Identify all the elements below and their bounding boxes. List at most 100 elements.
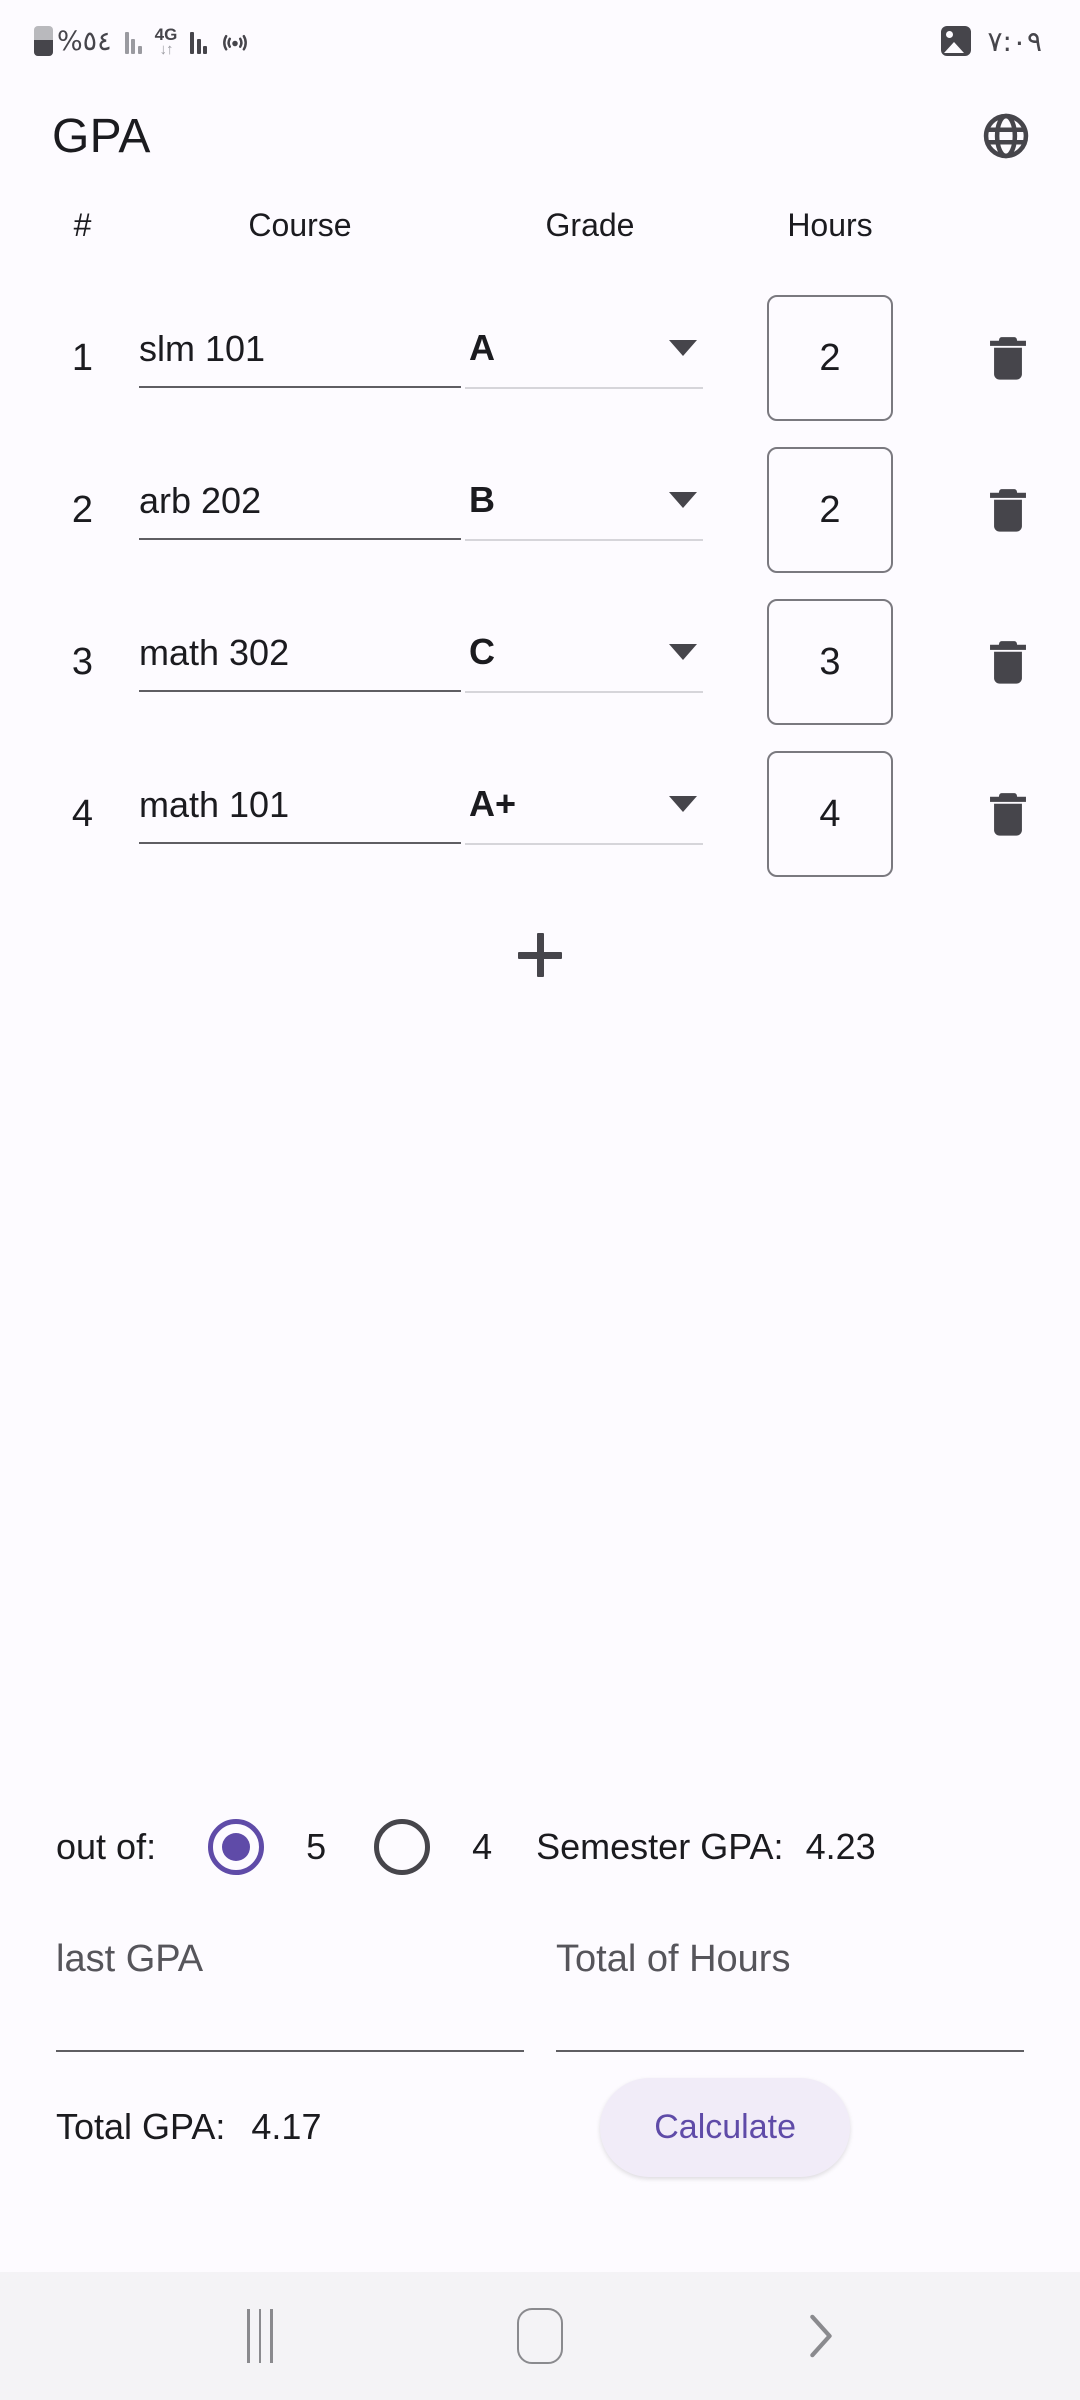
battery-icon [34,26,53,56]
column-header-grade: Grade [545,206,635,243]
home-button[interactable] [480,2276,600,2396]
calculate-button[interactable]: Calculate [600,2077,850,2177]
scale-selector-row: out of: 5 4 Semester GPA: 4.23 [0,1792,1080,1902]
signal-bars-icon [190,28,208,54]
dropdown-underline [465,387,703,389]
hours-value: 3 [819,640,841,683]
row-index: 2 [71,488,94,531]
table-header-row: # Course Grade Hours [0,190,1080,260]
row-index: 1 [71,336,94,379]
delete-row-button[interactable] [986,637,1030,687]
system-navigation-bar [0,2272,1080,2400]
home-icon [517,2308,563,2364]
table-row: 3 math 302 C 3 [0,586,1080,738]
hotspot-icon [223,35,248,51]
scale-label: out of: [56,1826,157,1867]
dropdown-underline [465,691,703,693]
grade-value: A+ [469,783,517,825]
grade-value: B [469,479,495,521]
grade-value: C [469,631,495,673]
hours-input[interactable]: 3 [767,599,893,725]
table-row: 4 math 101 A+ 4 [0,738,1080,890]
total-hours-placeholder: Total of Hours [556,1938,791,1980]
chevron-down-icon [669,340,697,357]
4g-network-icon: 4G ↓↑ [155,26,178,57]
chevron-down-icon [669,492,697,509]
input-underline [139,690,461,692]
input-underline [139,538,461,540]
course-name-input[interactable]: arb 202 [135,480,465,540]
add-row-container [0,890,1080,1020]
clock-label: ٧:٠٩ [987,24,1042,58]
status-bar-left: %٥٤ 4G ↓↑ [34,26,250,57]
radio-scale-5[interactable] [208,1819,265,1875]
previous-record-fields: last GPA Total of Hours [0,1902,1080,2052]
course-name-input[interactable]: math 101 [135,784,465,844]
grade-dropdown[interactable]: A+ [465,783,715,845]
semester-gpa-label: Semester GPA: [536,1826,784,1867]
input-underline [139,842,461,844]
last-gpa-placeholder: last GPA [56,1938,204,1980]
chevron-down-icon [669,644,697,661]
back-icon [810,2314,832,2358]
chevron-down-icon [669,796,697,813]
grade-dropdown[interactable]: B [465,479,715,541]
course-list: 1 slm 101 A 2 2 arb 202 B 2 3 math 302 C… [0,260,1080,890]
dropdown-underline [465,843,703,845]
course-name-value: slm 101 [139,328,266,369]
table-row: 1 slm 101 A 2 [0,282,1080,434]
bottom-gap [0,2202,1080,2272]
course-name-value: math 101 [139,784,290,825]
network-arrows-label: ↓↑ [159,40,174,58]
grade-dropdown[interactable]: C [465,631,715,693]
add-course-button[interactable] [502,917,578,993]
row-index: 4 [71,792,94,835]
input-underline [139,386,461,388]
back-button[interactable] [760,2276,880,2396]
total-gpa-row: Total GPA: 4.17 Calculate [0,2052,1080,2202]
dropdown-underline [465,539,703,541]
hours-input[interactable]: 2 [767,295,893,421]
app-screen: %٥٤ 4G ↓↑ ٧:٠٩ GPA # Course Grade Hours … [0,0,1080,2400]
hours-input[interactable]: 2 [767,447,893,573]
plus-icon [518,933,562,977]
table-row: 2 arb 202 B 2 [0,434,1080,586]
signal-bars-icon [124,28,142,54]
row-index: 3 [71,640,94,683]
status-bar-right: ٧:٠٩ [941,25,1042,58]
recents-icon [247,2309,273,2363]
battery-percent-label: %٥٤ [57,25,112,57]
app-bar: GPA [0,82,1080,190]
hours-value: 4 [819,792,841,835]
hours-input[interactable]: 4 [767,751,893,877]
total-hours-field[interactable]: Total of Hours [556,1938,1024,2052]
delete-row-button[interactable] [986,485,1030,535]
total-gpa-value: 4.17 [251,2106,322,2147]
globe-icon [983,113,1029,159]
hours-value: 2 [819,488,841,531]
gallery-icon [941,26,972,56]
language-button[interactable] [976,106,1036,166]
network-type-label: 4G [154,24,178,44]
flex-spacer [0,1020,1080,1792]
radio-scale-5-label: 5 [306,1826,327,1867]
column-header-number: # [73,206,92,243]
grade-dropdown[interactable]: A [465,327,715,389]
delete-row-button[interactable] [986,789,1030,839]
course-name-input[interactable]: slm 101 [135,328,465,388]
course-name-input[interactable]: math 302 [135,632,465,692]
last-gpa-field[interactable]: last GPA [56,1938,524,2052]
delete-row-button[interactable] [986,333,1030,383]
battery-indicator: %٥٤ [34,26,112,57]
course-name-value: arb 202 [139,480,262,521]
column-header-course: Course [248,206,352,243]
semester-gpa-value: 4.23 [805,1826,876,1867]
hours-value: 2 [819,336,841,379]
total-gpa-label: Total GPA: [56,2106,226,2147]
recents-button[interactable] [200,2276,320,2396]
column-header-hours: Hours [787,206,873,243]
grade-value: A [469,327,495,369]
radio-scale-4-label: 4 [472,1826,493,1867]
radio-scale-4[interactable] [374,1819,431,1875]
status-bar: %٥٤ 4G ↓↑ ٧:٠٩ [0,0,1080,82]
